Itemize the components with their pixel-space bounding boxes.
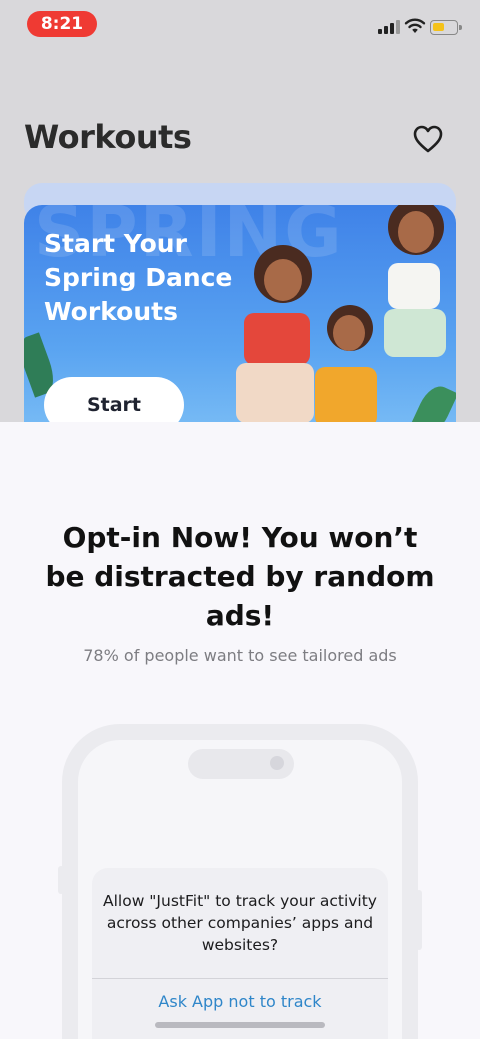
ask-not-to-track-button[interactable]: Ask App not to track — [92, 992, 388, 1011]
sheet-heading: Opt-in Now! You won’t be distracted by r… — [45, 521, 435, 632]
wifi-icon — [404, 18, 426, 33]
alert-divider — [92, 978, 388, 979]
status-bar: 8:21 — [0, 0, 480, 48]
home-indicator[interactable] — [155, 1022, 325, 1028]
tracking-alert: Allow "JustFit" to track your activity a… — [92, 868, 388, 1039]
page-title: Workouts — [24, 118, 192, 156]
phone-side-button — [58, 866, 64, 894]
promo-banner[interactable]: SPRING Start Your Spring Dance Workouts … — [24, 205, 456, 445]
alert-message: Allow "JustFit" to track your activity a… — [103, 892, 377, 954]
dancer-illustration — [374, 205, 456, 445]
status-time: 8:21 — [27, 11, 97, 37]
heart-icon[interactable] — [412, 124, 444, 154]
banner-title: Start Your Spring Dance Workouts — [44, 229, 233, 326]
cellular-signal-icon — [378, 20, 400, 34]
phone-camera-icon — [270, 756, 284, 770]
battery-icon — [430, 20, 462, 35]
phone-side-button — [416, 890, 422, 950]
sheet-subheading: 78% of people want to see tailored ads — [83, 646, 397, 665]
